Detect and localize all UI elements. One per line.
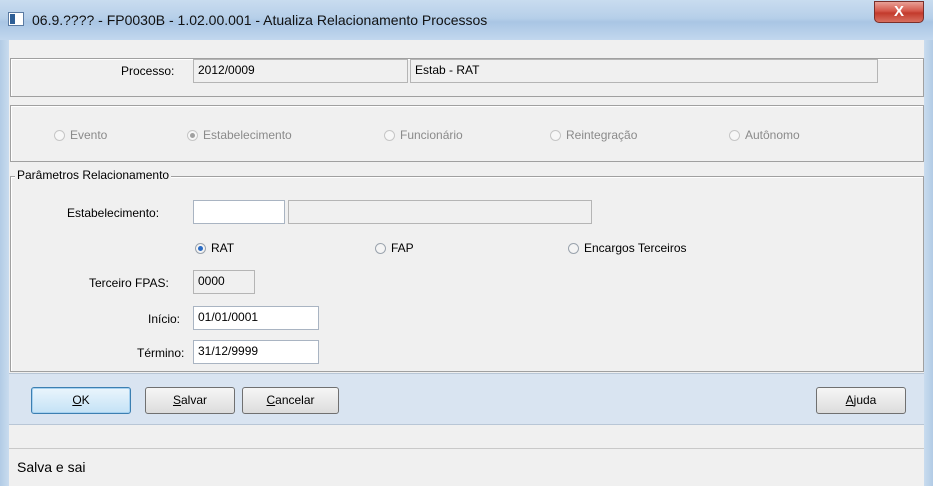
radio-button-icon[interactable] [568, 243, 579, 254]
parametros-legend: Parâmetros Relacionamento [15, 168, 172, 182]
radio-label: Evento [70, 128, 108, 142]
termino-label: Término: [137, 346, 185, 360]
inicio-date-field[interactable]: 01/01/0001 [193, 306, 319, 330]
ajuda-button-label: Ajuda [845, 393, 877, 407]
estabelecimento-label: Estabelecimento: [67, 206, 160, 220]
window-title: 06.9.???? - FP0030B - 1.02.00.001 - Atua… [32, 12, 488, 28]
processo-label: Processo: [121, 64, 175, 78]
radio-button-icon [187, 130, 198, 141]
tipo-radio-autonomo: Autônomo [729, 128, 800, 142]
close-button[interactable]: X [874, 1, 924, 23]
terceiro-fpas-label: Terceiro FPAS: [89, 276, 169, 290]
status-bar: Salva e sai [9, 448, 924, 486]
radio-label: Reintegração [566, 128, 638, 142]
cancelar-button-label: Cancelar [266, 393, 315, 407]
radio-label: FAP [391, 241, 414, 255]
processo-field[interactable]: 2012/0009 [193, 59, 408, 83]
radio-button-icon [54, 130, 65, 141]
radio-button-icon [729, 130, 740, 141]
button-bar: OK Salvar Cancelar Ajuda [9, 373, 924, 425]
ok-button-label: OK [72, 393, 90, 407]
tipo-radio-estabelecimento: Estabelecimento [187, 128, 292, 142]
ok-button[interactable]: OK [31, 387, 131, 414]
window-right-border [924, 40, 933, 486]
radio-button-icon [550, 130, 561, 141]
cancelar-button[interactable]: Cancelar [242, 387, 339, 414]
window-left-border [0, 40, 9, 486]
ajuda-button[interactable]: Ajuda [816, 387, 906, 414]
encargo-radio-rat[interactable]: RAT [195, 241, 234, 255]
radio-label: Funcionário [400, 128, 463, 142]
dialog-window: 06.9.???? - FP0030B - 1.02.00.001 - Atua… [0, 0, 933, 486]
termino-date-field[interactable]: 31/12/9999 [193, 340, 319, 364]
radio-label: Autônomo [745, 128, 800, 142]
radio-label: Encargos Terceiros [584, 241, 687, 255]
title-bar[interactable]: 06.9.???? - FP0030B - 1.02.00.001 - Atua… [0, 0, 933, 40]
terceiro-fpas-field[interactable]: 0000 [193, 270, 255, 294]
tipo-radio-reintegracao: Reintegração [550, 128, 637, 142]
encargo-radio-encargos-terceiros[interactable]: Encargos Terceiros [568, 241, 687, 255]
radio-button-icon[interactable] [195, 243, 206, 254]
radio-button-icon [384, 130, 395, 141]
inicio-label: Início: [148, 312, 181, 326]
tipo-radio-funcionario: Funcionário [384, 128, 463, 142]
estabelecimento-description-field [288, 200, 592, 224]
tipo-radio-evento: Evento [54, 128, 107, 142]
radio-label: Estabelecimento [203, 128, 292, 142]
status-text: Salva e sai [17, 459, 86, 475]
processo-description-field: Estab - RAT [410, 59, 878, 83]
radio-button-icon[interactable] [375, 243, 386, 254]
encargo-radio-fap[interactable]: FAP [375, 241, 414, 255]
estabelecimento-field[interactable] [193, 200, 285, 224]
salvar-button[interactable]: Salvar [145, 387, 235, 414]
salvar-button-label: Salvar [172, 393, 208, 407]
radio-label: RAT [211, 241, 235, 255]
app-window-icon [8, 12, 24, 26]
